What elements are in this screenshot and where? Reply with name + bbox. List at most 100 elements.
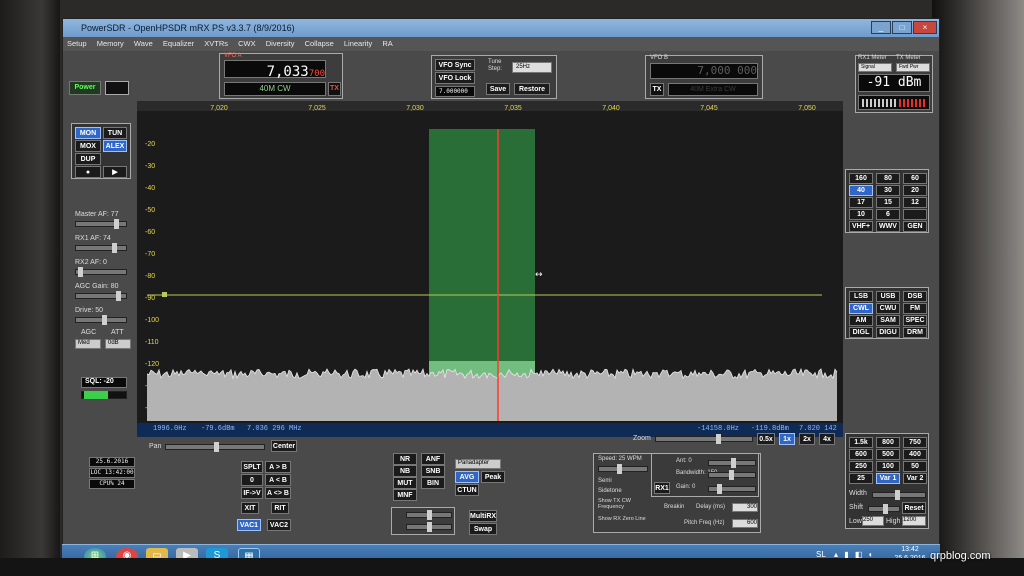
filter-button[interactable]: 600: [849, 449, 873, 460]
dup-button[interactable]: DUP: [75, 153, 101, 165]
rx2-af-slider[interactable]: [75, 267, 127, 277]
rx1-level-slider[interactable]: [406, 510, 452, 520]
mode-button[interactable]: SPEC: [903, 315, 927, 326]
mnf-button[interactable]: MNF: [393, 489, 417, 501]
mode-button[interactable]: SAM: [876, 315, 900, 326]
band-button[interactable]: 60: [903, 173, 927, 184]
avg-button[interactable]: AVG: [455, 471, 479, 483]
att-select[interactable]: 0dB: [105, 339, 131, 349]
vfo-a-tx-button[interactable]: TX: [328, 82, 341, 96]
mode-button[interactable]: DIGU: [876, 327, 900, 338]
menu-setup[interactable]: Setup: [63, 37, 91, 50]
low-field[interactable]: 250: [862, 516, 884, 526]
maximize-button[interactable]: □: [892, 21, 912, 34]
zoom-slider[interactable]: [655, 434, 753, 444]
pitch-field[interactable]: 600: [732, 519, 758, 528]
pan-slider[interactable]: [165, 442, 265, 452]
zero-beat-button[interactable]: 0 Beat: [241, 474, 263, 495]
rx1-af-slider[interactable]: [75, 243, 127, 253]
spectrum-display[interactable]: 7,020 7,025 7,030 7,035 7,040 7,045 7,050 -20 -…: [137, 101, 843, 437]
zoom-1x-button[interactable]: 1x: [779, 433, 795, 445]
agc-gain-slider[interactable]: [75, 291, 127, 301]
peak-button[interactable]: Peak: [481, 471, 505, 483]
master-af-slider[interactable]: [75, 219, 127, 229]
menu-diversity[interactable]: Diversity: [262, 37, 299, 50]
vac2-button[interactable]: VAC2: [267, 519, 291, 531]
reset-button[interactable]: Reset: [902, 502, 926, 514]
band-button[interactable]: 80: [876, 173, 900, 184]
filter-button[interactable]: 500: [876, 449, 900, 460]
gain-slider[interactable]: [708, 484, 756, 494]
filter-button[interactable]: Var 1: [876, 473, 900, 484]
a-to-b-button[interactable]: A > B: [265, 461, 291, 473]
band-button[interactable]: 6: [876, 209, 900, 220]
band-button[interactable]: WWV: [876, 221, 900, 232]
filter-button[interactable]: 1.5k: [849, 437, 873, 448]
rx1-button[interactable]: RX1: [654, 482, 670, 494]
high-field[interactable]: 1200: [902, 516, 926, 526]
band-button[interactable]: 12: [903, 197, 927, 208]
band-button[interactable]: 10: [849, 209, 873, 220]
mode-button[interactable]: CWL: [849, 303, 873, 314]
rit-button[interactable]: RIT: [271, 502, 289, 514]
ant-slider[interactable]: [708, 458, 756, 468]
delay-field[interactable]: 300: [732, 503, 758, 512]
agc-select[interactable]: Med: [75, 339, 101, 349]
clock-time[interactable]: 13:42: [890, 546, 930, 553]
mode-button[interactable]: FM: [903, 303, 927, 314]
vfo-b-tx-button[interactable]: TX: [650, 83, 664, 96]
sql-button[interactable]: SQL: -20: [81, 377, 127, 388]
band-button[interactable]: 160: [849, 173, 873, 184]
rx2-level-slider[interactable]: [406, 522, 452, 532]
mut-button[interactable]: MUT: [393, 477, 417, 489]
menu-xvtrs[interactable]: XVTRs: [200, 37, 232, 50]
mode-button[interactable]: CWU: [876, 303, 900, 314]
bin-button[interactable]: BIN: [421, 477, 445, 489]
band-button[interactable]: 20: [903, 185, 927, 196]
sidetone-checkbox[interactable]: Sidetone: [598, 488, 622, 494]
restore-button[interactable]: Restore: [514, 83, 550, 95]
filter-button[interactable]: 100: [876, 461, 900, 472]
filter-button[interactable]: Var 2: [903, 473, 927, 484]
filter-button[interactable]: 800: [876, 437, 900, 448]
filter-button[interactable]: 400: [903, 449, 927, 460]
band-button[interactable]: [903, 209, 927, 220]
band-button[interactable]: 30: [876, 185, 900, 196]
mox-button[interactable]: MOX: [75, 140, 101, 152]
menu-wave[interactable]: Wave: [130, 37, 157, 50]
nr-button[interactable]: NR: [393, 453, 417, 465]
mode-button[interactable]: DRM: [903, 327, 927, 338]
width-slider[interactable]: [872, 490, 926, 500]
anf-button[interactable]: ANF: [421, 453, 445, 465]
vfo-sync-button[interactable]: VFO Sync: [435, 59, 475, 71]
zoom-2x-button[interactable]: 2x: [799, 433, 815, 445]
ctun-button[interactable]: CTUN: [455, 484, 479, 496]
menu-ra[interactable]: RA: [378, 37, 396, 50]
tx-meter-mode-select[interactable]: Fwd Pwr: [896, 63, 930, 72]
mode-button[interactable]: USB: [876, 291, 900, 302]
xit-button[interactable]: XIT: [241, 502, 259, 514]
filter-button[interactable]: 50: [903, 461, 927, 472]
swap-button[interactable]: Swap: [469, 523, 497, 535]
band-button[interactable]: VHF+: [849, 221, 873, 232]
mode-button[interactable]: DSB: [903, 291, 927, 302]
alex-button[interactable]: ALEX: [103, 140, 127, 152]
minimize-button[interactable]: _: [871, 21, 891, 34]
split-button[interactable]: SPLT: [241, 461, 263, 473]
menu-collapse[interactable]: Collapse: [301, 37, 338, 50]
close-button[interactable]: ×: [913, 21, 937, 34]
vfo-a-display[interactable]: 7,033700: [224, 60, 326, 80]
rx-meter-mode-select[interactable]: Signal: [858, 63, 892, 72]
band-button[interactable]: 40: [849, 185, 873, 196]
band-button[interactable]: GEN: [903, 221, 927, 232]
mode-button[interactable]: LSB: [849, 291, 873, 302]
menu-memory[interactable]: Memory: [93, 37, 128, 50]
vfo-b-frequency[interactable]: 7,000 000: [650, 63, 758, 79]
mon-button[interactable]: MON: [75, 127, 101, 139]
vfo-lock-button[interactable]: VFO Lock: [435, 72, 475, 84]
band-button[interactable]: 15: [876, 197, 900, 208]
cw-speed-slider[interactable]: [598, 464, 648, 474]
b-to-a-button[interactable]: A < B: [265, 474, 291, 486]
shift-slider[interactable]: [868, 504, 900, 514]
mode-button[interactable]: DIGL: [849, 327, 873, 338]
